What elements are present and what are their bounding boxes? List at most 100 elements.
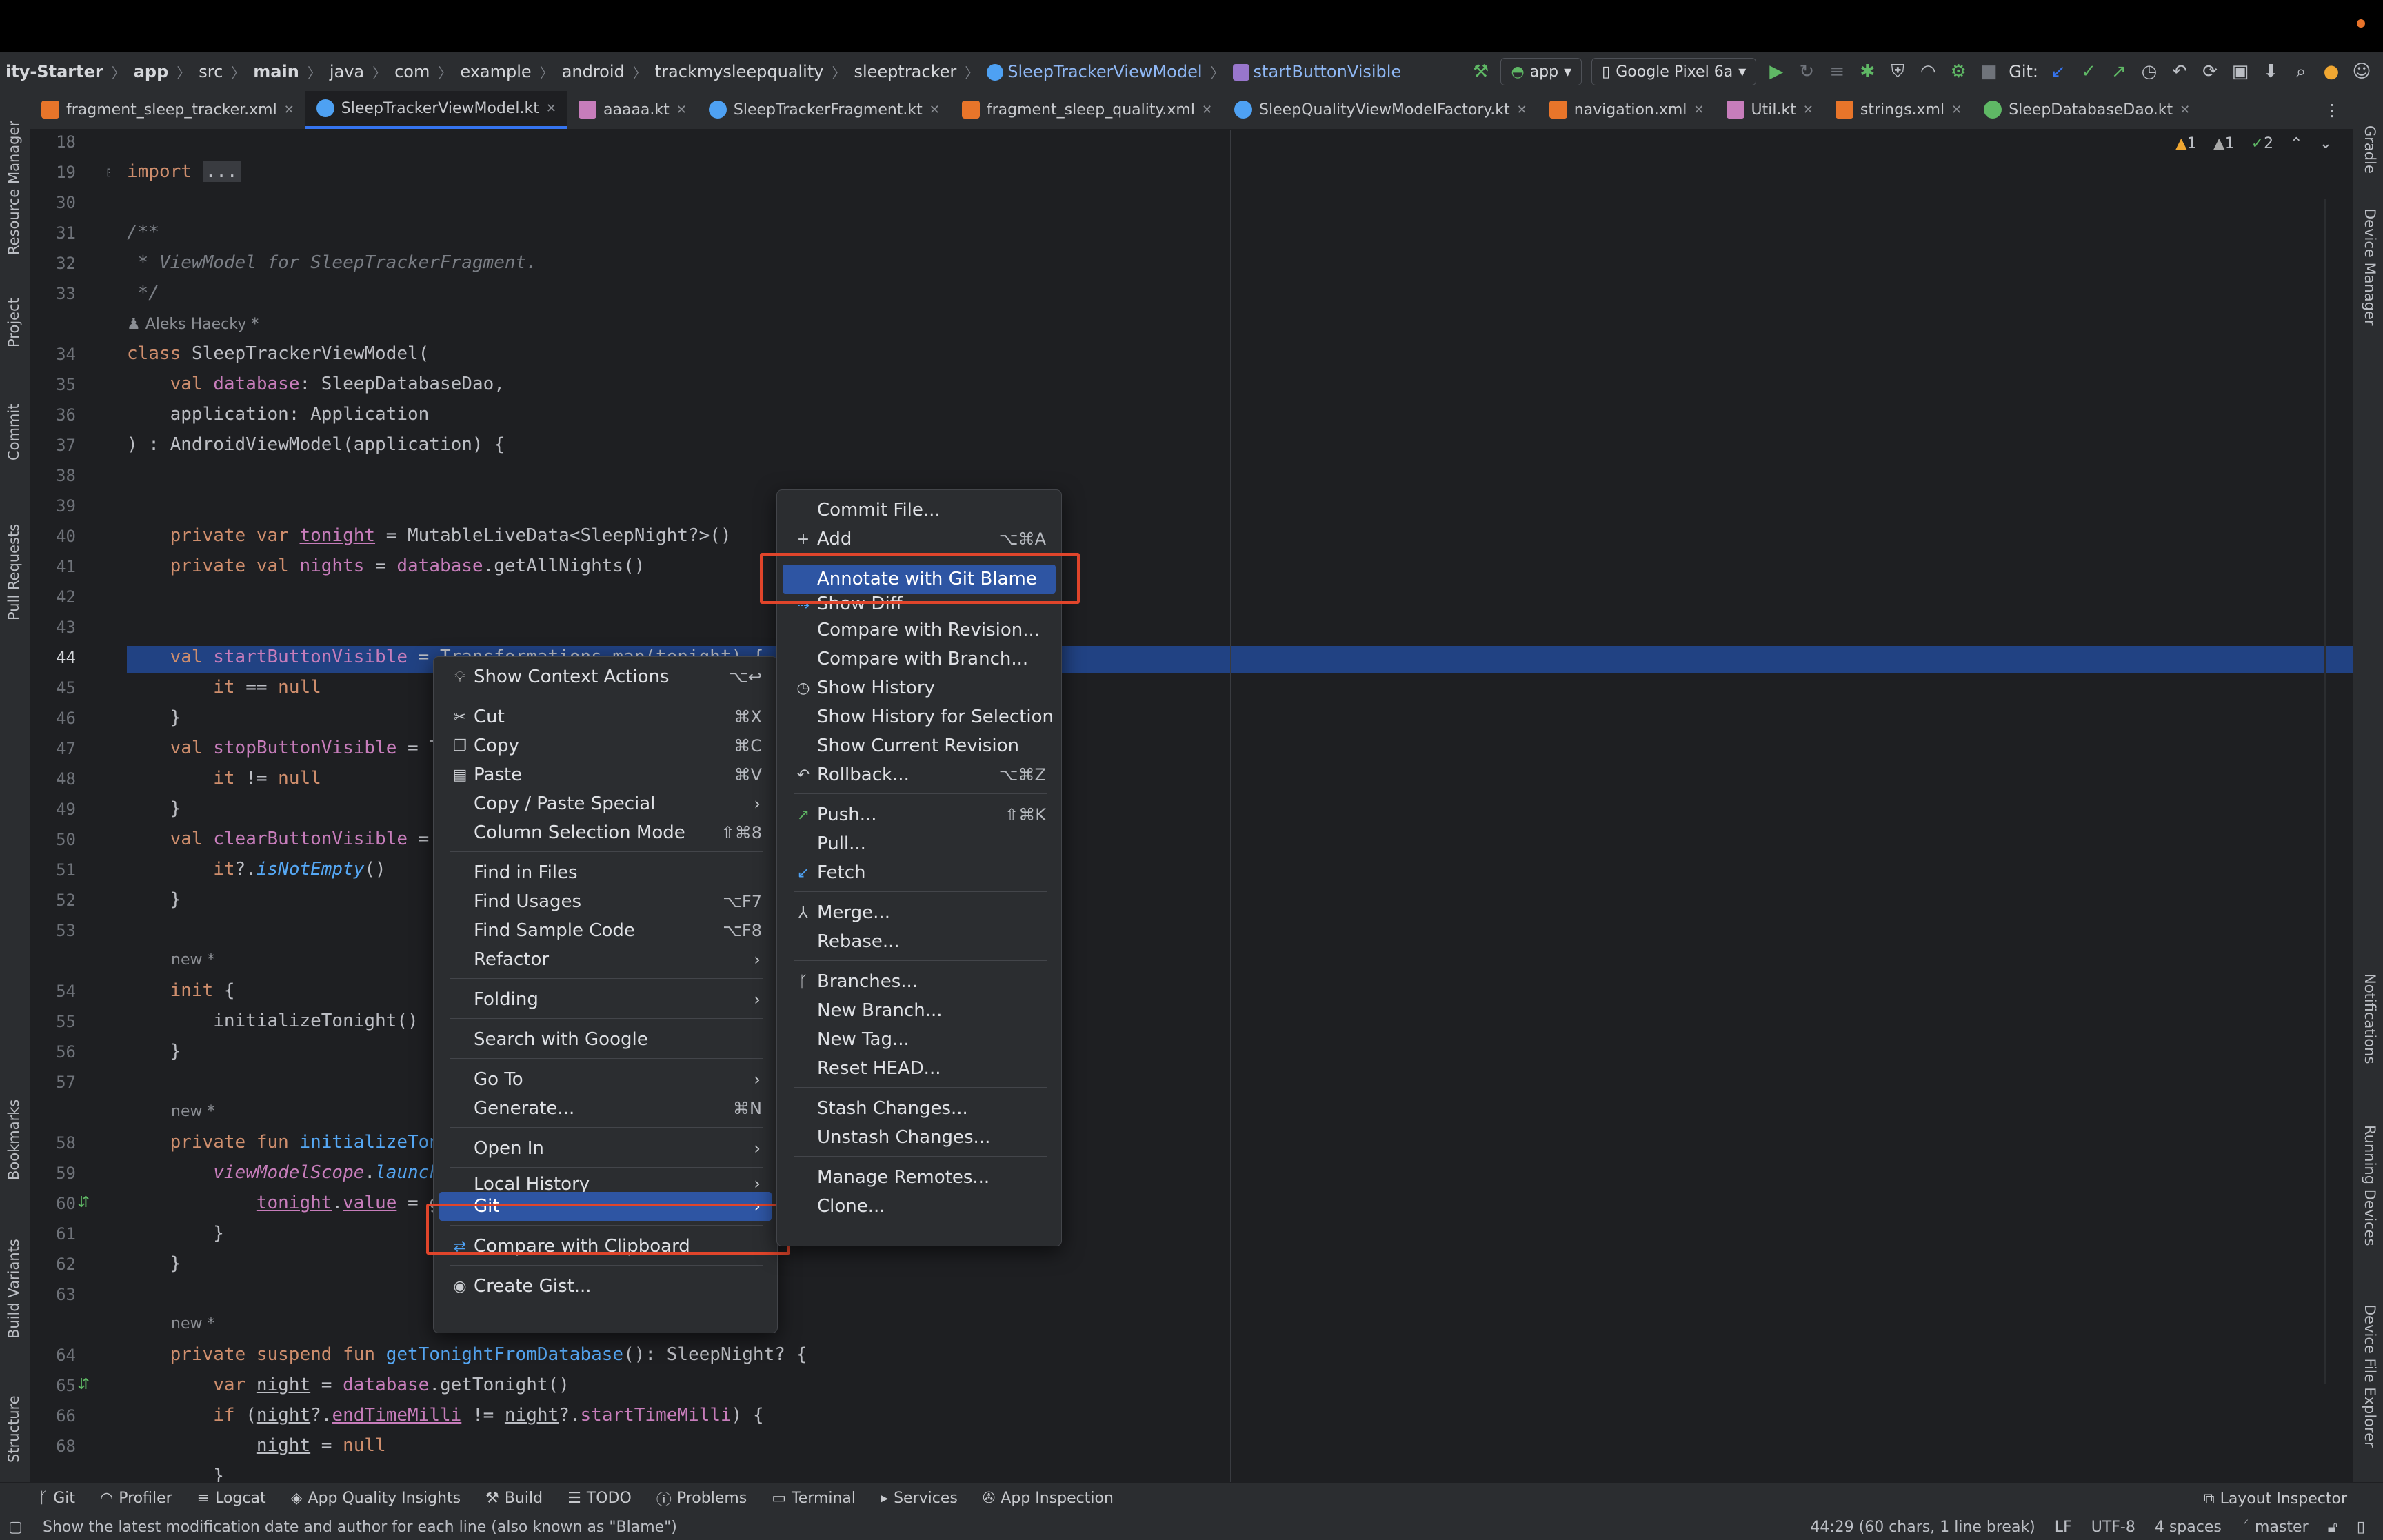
more-tabs-icon[interactable]: ⋮ (2324, 101, 2340, 120)
git-commit-icon[interactable]: ✓ (2078, 61, 2099, 82)
warning-count[interactable]: ▲1 (2175, 135, 2197, 152)
tool-gradle[interactable]: Gradle (2362, 125, 2378, 174)
tool-notifications[interactable]: Notifications (2362, 973, 2378, 1064)
git-update-icon[interactable]: ↙ (2048, 61, 2069, 82)
tool-structure[interactable]: Structure (6, 1395, 22, 1463)
tool-services[interactable]: ▸ Services (868, 1490, 970, 1507)
memory-indicator-icon[interactable]: ▯ (2357, 1519, 2365, 1536)
menu-item-reset-head[interactable]: Reset HEAD... (783, 1054, 1056, 1083)
breadcrumb-property[interactable]: startButtonVisible (1227, 62, 1407, 81)
menu-item-stash[interactable]: Stash Changes... (783, 1094, 1056, 1123)
caret-position[interactable]: 44:29 (60 chars, 1 line break) (1810, 1519, 2035, 1536)
menu-item-refactor[interactable]: Refactor › (439, 945, 772, 974)
breadcrumb-item[interactable]: android (556, 62, 630, 81)
menu-item-show-context-actions[interactable]: 💡︎ Show Context Actions ⌥↩ (439, 662, 772, 691)
menu-item-generate[interactable]: Generate... ⌘N (439, 1094, 772, 1123)
tool-app-inspection[interactable]: ✇ App Inspection (970, 1490, 1126, 1507)
menu-item-open-in[interactable]: Open In › (439, 1134, 772, 1163)
tab-fragment-sleep-quality[interactable]: fragment_sleep_quality.xml ✕ (951, 91, 1223, 129)
tool-todo[interactable]: ☰ TODO (555, 1490, 644, 1507)
stop-icon[interactable]: ■ (1978, 61, 1999, 82)
close-icon[interactable]: ✕ (546, 101, 556, 116)
tab-strings[interactable]: strings.xml ✕ (1824, 91, 1973, 129)
close-icon[interactable]: ✕ (284, 103, 294, 117)
breadcrumb-item[interactable]: src (193, 62, 228, 81)
menu-item-history-selection[interactable]: Show History for Selection (783, 702, 1056, 731)
toggle-tool-windows-icon[interactable]: ▢ (8, 1519, 23, 1536)
close-icon[interactable]: ✕ (1803, 103, 1813, 117)
menu-item-create-gist[interactable]: ◉ Create Gist... (439, 1272, 772, 1301)
tool-device-file-explorer[interactable]: Device File Explorer (2362, 1304, 2378, 1448)
menu-item-go-to[interactable]: Go To › (439, 1065, 772, 1094)
menu-item-fetch[interactable]: ↙ Fetch (783, 858, 1056, 887)
breadcrumb-item[interactable]: app (128, 62, 174, 81)
menu-item-new-tag[interactable]: New Tag... (783, 1025, 1056, 1054)
close-icon[interactable]: ✕ (1693, 103, 1704, 117)
editor-scrollbar[interactable] (2324, 199, 2326, 1384)
menu-item-clone[interactable]: Clone... (783, 1192, 1056, 1221)
menu-item-folding[interactable]: Folding › (439, 985, 772, 1014)
menu-item-find-usages[interactable]: Find Usages ⌥F7 (439, 887, 772, 916)
close-icon[interactable]: ✕ (676, 103, 687, 117)
update-icon[interactable]: ● (2321, 61, 2342, 82)
menu-item-local-history[interactable]: Local History › (439, 1174, 772, 1193)
menu-item-push[interactable]: ↗ Push... ⇧⌘K (783, 800, 1056, 829)
code-author-hint[interactable]: ♟ Aleks Haecky * (127, 316, 259, 333)
editor-gutter[interactable]: 18 19 30 31 32 33 34 35 36 37 38 39 40 4… (30, 130, 117, 1482)
menu-item-cut[interactable]: ✂ Cut ⌘X (439, 702, 772, 731)
tab-sleep-quality-factory[interactable]: SleepQualityViewModelFactory.kt ✕ (1223, 91, 1538, 129)
chevron-down-icon[interactable]: ⌄ (2320, 135, 2332, 152)
menu-item-copy[interactable]: ❐ Copy ⌘C (439, 731, 772, 760)
menu-item-commit-file[interactable]: Commit File... (783, 496, 1056, 525)
git-history-icon[interactable]: ◷ (2139, 61, 2160, 82)
chevron-up-icon[interactable]: ⌃ (2290, 135, 2302, 152)
attach-debugger-icon[interactable]: ⚙ (1948, 61, 1969, 82)
close-icon[interactable]: ✕ (929, 103, 940, 117)
tab-aaaaa[interactable]: aaaaa.kt ✕ (567, 91, 698, 129)
menu-item-find-in-files[interactable]: Find in Files (439, 858, 772, 887)
tab-sleep-tracker-view-model[interactable]: SleepTrackerViewModel.kt ✕ (305, 91, 567, 129)
tab-navigation[interactable]: navigation.xml ✕ (1538, 91, 1716, 129)
tool-resource-manager[interactable]: Resource Manager (6, 121, 22, 255)
menu-item-rollback[interactable]: ↶ Rollback... ⌥⌘Z (783, 760, 1056, 789)
tool-commit[interactable]: Commit (6, 404, 22, 461)
breadcrumb-item[interactable]: com (389, 62, 435, 81)
tool-build-variants[interactable]: Build Variants (6, 1239, 22, 1339)
run-gutter-icon[interactable]: ⇵ (77, 1376, 90, 1393)
menu-item-copy-paste-special[interactable]: Copy / Paste Special › (439, 789, 772, 818)
menu-item-merge[interactable]: ⅄ Merge... (783, 898, 1056, 927)
tab-fragment-sleep-tracker[interactable]: fragment_sleep_tracker.xml ✕ (30, 91, 305, 129)
tool-running-devices[interactable]: Running Devices (2362, 1125, 2378, 1246)
tool-terminal[interactable]: ▭ Terminal (759, 1490, 868, 1507)
sdk-manager-icon[interactable]: ⬇ (2260, 61, 2281, 82)
tool-app-quality-insights[interactable]: ◈ App Quality Insights (279, 1490, 474, 1507)
tool-git[interactable]: ᚴ Git (0, 1490, 88, 1507)
run-config-selector[interactable]: ◓ app ▾ (1500, 58, 1582, 85)
rerun-icon[interactable]: ↻ (1796, 61, 1817, 82)
coverage-icon[interactable]: ⛨ (1887, 61, 1908, 82)
device-selector[interactable]: ▯ Google Pixel 6a ▾ (1591, 58, 1757, 85)
git-push-icon[interactable]: ↗ (2109, 61, 2129, 82)
menu-item-branches[interactable]: ᚴ Branches... (783, 967, 1056, 996)
avatar-icon[interactable]: ☺ (2351, 61, 2372, 82)
tool-build[interactable]: ⚒ Build (473, 1490, 555, 1507)
tool-pull-requests[interactable]: Pull Requests (6, 524, 22, 620)
git-rollback-icon[interactable]: ↶ (2169, 61, 2190, 82)
close-icon[interactable]: ✕ (1517, 103, 1527, 117)
menu-item-show-history[interactable]: ◷ Show History (783, 673, 1056, 702)
breadcrumb-item[interactable]: main (248, 62, 305, 81)
breadcrumb-item[interactable]: trackmysleepquality (650, 62, 829, 81)
breadcrumb-class[interactable]: SleepTrackerViewModel (981, 62, 1207, 81)
search-icon[interactable]: ⌕ (2291, 61, 2311, 82)
run-gutter-icon[interactable]: ⇵ (77, 1194, 90, 1211)
menu-item-compare-revision[interactable]: Compare with Revision... (783, 616, 1056, 645)
tab-util[interactable]: Util.kt ✕ (1716, 91, 1824, 129)
sync-gradle-icon[interactable]: ⟳ (2200, 61, 2220, 82)
menu-item-manage-remotes[interactable]: Manage Remotes... (783, 1163, 1056, 1192)
tool-project[interactable]: Project (6, 298, 22, 347)
tool-layout-inspector[interactable]: ⧉ Layout Inspector (2191, 1490, 2360, 1508)
close-icon[interactable]: ✕ (1951, 103, 1962, 117)
tab-sleep-tracker-fragment[interactable]: SleepTrackerFragment.kt ✕ (698, 91, 951, 129)
run-icon[interactable]: ▶ (1766, 61, 1787, 82)
breadcrumb-item[interactable]: ity-Starter (0, 62, 109, 81)
